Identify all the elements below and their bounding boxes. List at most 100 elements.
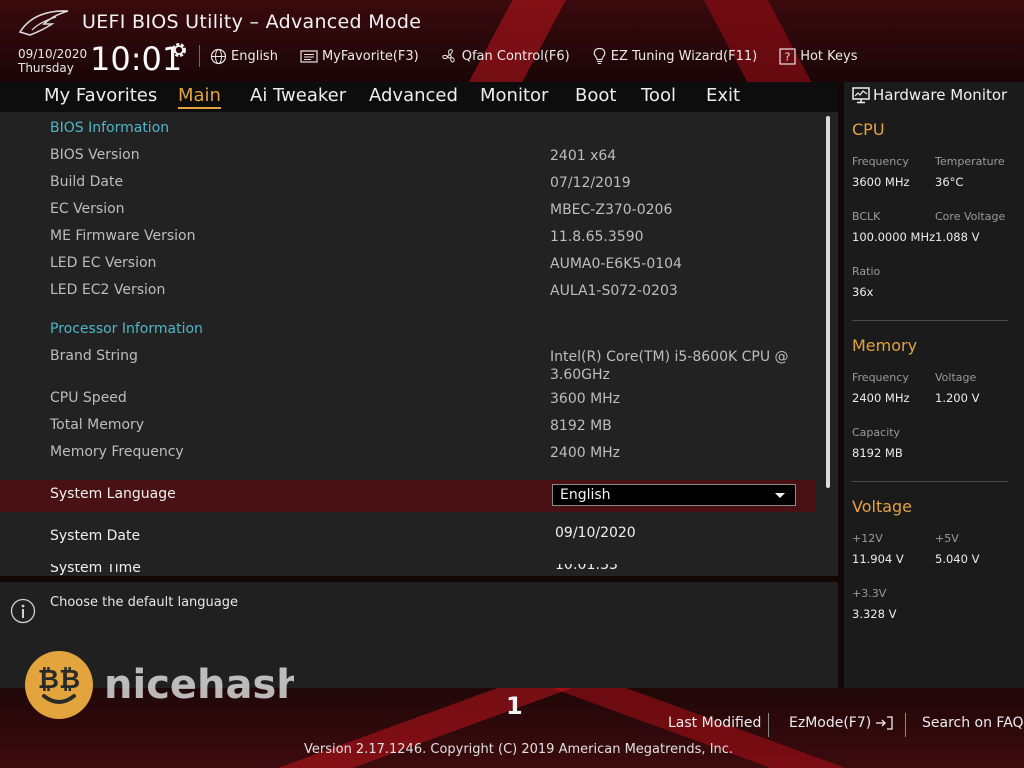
language-button[interactable]: English bbox=[210, 48, 278, 65]
hw-divider bbox=[852, 320, 1008, 321]
cpu-temperature-label: Temperature bbox=[935, 155, 1005, 168]
memory-frequency-value: 2400 MHz bbox=[550, 445, 621, 461]
tab-my-favorites[interactable]: My Favorites bbox=[44, 85, 157, 106]
v5-value: 5.040 V bbox=[935, 552, 980, 566]
ezmode-button[interactable]: EzMode(F7) bbox=[789, 715, 894, 731]
fan-icon bbox=[442, 48, 455, 63]
me-firmware-label: ME Firmware Version bbox=[50, 228, 196, 244]
qfan-control-label: Qfan Control(F6) bbox=[461, 48, 570, 64]
system-language-row[interactable]: System Language English bbox=[0, 480, 816, 512]
system-time-label: System Time bbox=[50, 564, 141, 576]
toolbar-divider bbox=[199, 45, 200, 67]
myfavorite-button[interactable]: MyFavorite(F3) bbox=[300, 49, 419, 64]
v33-label: +3.3V bbox=[852, 587, 887, 600]
ezmode-label: EzMode(F7) bbox=[789, 715, 872, 731]
ec-version-label: EC Version bbox=[50, 201, 125, 217]
me-firmware-value: 11.8.65.3590 bbox=[550, 229, 644, 245]
cpu-temperature-value: 36°C bbox=[935, 175, 964, 189]
voltage-heading: Voltage bbox=[852, 497, 913, 516]
v12-label: +12V bbox=[852, 532, 883, 545]
nicehash-watermark: ₿₿ nicehash bbox=[25, 651, 294, 719]
cpu-speed-label: CPU Speed bbox=[50, 390, 127, 406]
date-display: 09/10/2020 Thursday bbox=[18, 47, 87, 75]
tab-main[interactable]: Main bbox=[178, 85, 221, 109]
bios-info-heading: BIOS Information bbox=[50, 120, 170, 136]
led-ec-version-value: AUMA0-E6K5-0104 bbox=[550, 256, 682, 272]
system-language-select[interactable]: English bbox=[552, 484, 796, 506]
copyright-text: Version 2.17.1246. Copyright (C) 2019 Am… bbox=[304, 742, 734, 757]
tab-boot[interactable]: Boot bbox=[575, 85, 616, 106]
clock-time: 10:01 bbox=[90, 40, 183, 78]
system-date-label: System Date bbox=[50, 528, 141, 544]
system-date-value[interactable]: 09/10/2020 bbox=[555, 524, 636, 542]
memory-capacity-value: 8192 MB bbox=[852, 446, 903, 460]
exit-arrow-icon bbox=[876, 716, 893, 730]
system-language-value: English bbox=[560, 487, 611, 503]
bios-version-value: 2401 x64 bbox=[550, 148, 617, 164]
led-ec-version-label: LED EC Version bbox=[50, 255, 157, 271]
led-ec2-version-label: LED EC2 Version bbox=[50, 282, 166, 298]
globe-icon bbox=[210, 48, 227, 64]
ez-tuning-wizard-button[interactable]: EZ Tuning Wizard(F11) bbox=[592, 47, 757, 65]
system-language-label: System Language bbox=[50, 486, 176, 502]
cpu-frequency-label: Frequency bbox=[852, 155, 909, 168]
hot-keys-button[interactable]: ? Hot Keys bbox=[779, 47, 858, 65]
ratio-label: Ratio bbox=[852, 265, 881, 278]
monitor-icon bbox=[852, 86, 870, 103]
bios-version-label: BIOS Version bbox=[50, 147, 140, 163]
v5-label: +5V bbox=[935, 532, 959, 545]
tab-exit[interactable]: Exit bbox=[706, 85, 740, 106]
ez-tuning-wizard-label: EZ Tuning Wizard(F11) bbox=[610, 48, 758, 64]
tab-ai-tweaker[interactable]: Ai Tweaker bbox=[250, 85, 346, 106]
memory-frequency-label: Memory Frequency bbox=[50, 444, 184, 460]
core-voltage-value: 1.088 V bbox=[935, 230, 980, 244]
memory-voltage-value: 1.200 V bbox=[935, 391, 980, 405]
qfan-control-button[interactable]: Qfan Control(F6) bbox=[441, 48, 570, 65]
date-text: 09/10/2020 bbox=[18, 47, 88, 61]
last-modified-button[interactable]: Last Modified bbox=[668, 715, 761, 731]
tab-advanced[interactable]: Advanced bbox=[369, 85, 458, 106]
cpu-speed-value: 3600 MHz bbox=[550, 391, 621, 407]
help-key-icon: ? bbox=[779, 47, 796, 65]
main-scrollbar[interactable] bbox=[826, 116, 830, 488]
brand-string-line-1: Intel(R) Core(TM) i5-8600K CPU @ bbox=[550, 349, 789, 365]
footer-divider bbox=[768, 713, 769, 737]
processor-info-heading: Processor Information bbox=[50, 321, 203, 337]
v33-value: 3.328 V bbox=[852, 607, 897, 621]
day-text: Thursday bbox=[18, 61, 74, 75]
svg-text:₿₿: ₿₿ bbox=[38, 665, 80, 695]
system-time-row-clip: System Time 10:01:33 bbox=[0, 564, 826, 576]
help-panel: Choose the default language ₿₿ nicehash bbox=[0, 582, 838, 719]
rog-logo-icon bbox=[18, 10, 69, 36]
brand-string-label: Brand String bbox=[50, 348, 138, 364]
cpu-heading: CPU bbox=[852, 120, 885, 139]
tab-monitor[interactable]: Monitor bbox=[480, 85, 548, 106]
bclk-label: BCLK bbox=[852, 210, 881, 223]
info-icon bbox=[10, 598, 36, 624]
top-toolbar: English MyFavorite(F3) Qfan Control(F6) … bbox=[199, 44, 880, 68]
gear-icon[interactable] bbox=[170, 41, 188, 59]
search-faq-button[interactable]: Search on FAQ bbox=[922, 715, 1024, 731]
memory-frequency-label-hw: Frequency bbox=[852, 371, 909, 384]
myfavorite-label: MyFavorite(F3) bbox=[321, 48, 419, 64]
led-ec2-version-value: AULA1-S072-0203 bbox=[550, 283, 678, 299]
favorite-list-icon bbox=[300, 49, 318, 63]
hardware-monitor-panel: Hardware Monitor CPU Frequency Temperatu… bbox=[844, 82, 1024, 688]
svg-text:?: ? bbox=[785, 50, 791, 63]
memory-capacity-label: Capacity bbox=[852, 426, 901, 439]
build-date-value: 07/12/2019 bbox=[550, 175, 631, 191]
v12-value: 11.904 V bbox=[852, 552, 904, 566]
help-text: Choose the default language bbox=[50, 595, 238, 610]
tab-tool[interactable]: Tool bbox=[641, 85, 676, 106]
core-voltage-label: Core Voltage bbox=[935, 210, 1006, 223]
system-time-value[interactable]: 10:01:33 bbox=[555, 564, 618, 574]
memory-heading: Memory bbox=[852, 336, 918, 355]
main-settings-panel: BIOS Information BIOS Version 2401 x64 B… bbox=[0, 112, 838, 576]
nicehash-wordmark: nicehash bbox=[104, 662, 294, 708]
brand-string-line-2: 3.60GHz bbox=[550, 367, 610, 383]
ec-version-value: MBEC-Z370-0206 bbox=[550, 202, 673, 218]
bclk-value: 100.0000 MHz bbox=[852, 230, 936, 244]
total-memory-value: 8192 MB bbox=[550, 418, 612, 434]
build-date-label: Build Date bbox=[50, 174, 124, 190]
hot-keys-label: Hot Keys bbox=[800, 48, 858, 64]
